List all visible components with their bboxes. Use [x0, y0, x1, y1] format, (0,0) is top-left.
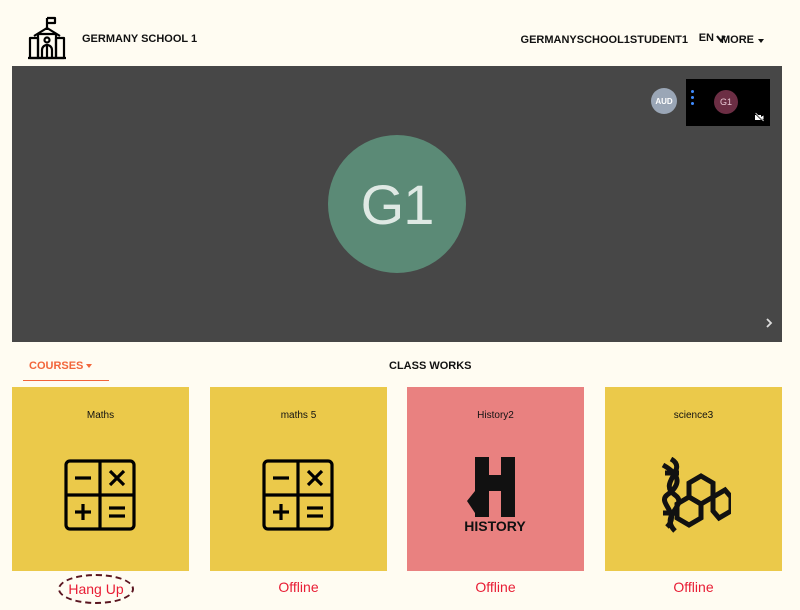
course-title: Maths: [86, 410, 115, 421]
audio-badge[interactable]: AUD: [651, 88, 677, 114]
course-card[interactable]: science3 Offline: [605, 387, 782, 610]
courses-tab-label: COURSES: [29, 360, 84, 372]
course-card[interactable]: Maths Hang Up: [12, 387, 189, 610]
top-header: GERMANY SCHOOL 1 GERMANYSCHOOL1STUDENT1 …: [12, 12, 782, 66]
camera-off-icon: [754, 112, 764, 122]
tab-courses[interactable]: COURSES: [23, 346, 109, 381]
course-card-body[interactable]: History2 HISTORY: [407, 387, 584, 571]
calculator-icon: [64, 459, 136, 531]
calculator-icon: [262, 459, 334, 531]
course-status: Offline: [673, 579, 714, 595]
course-title: science3: [673, 410, 714, 421]
hang-up-button[interactable]: Hang Up: [58, 574, 134, 604]
video-conference-area: G1 AUD G1: [12, 66, 782, 342]
more-menu-button[interactable]: MORE: [721, 34, 754, 46]
caret-down-icon: [86, 364, 92, 368]
course-status-area: Offline: [605, 571, 782, 610]
self-avatar: G1: [714, 90, 738, 114]
hang-up-label: Hang Up: [68, 581, 124, 597]
history-logo-icon: HISTORY: [464, 457, 526, 533]
dna-molecule-icon: [661, 457, 731, 533]
course-status-area: Offline: [407, 571, 584, 610]
course-card-body[interactable]: Maths: [12, 387, 189, 571]
content-tabs: COURSES CLASS WORKS: [12, 346, 782, 382]
course-card-body[interactable]: science3: [605, 387, 782, 571]
course-title: History2: [477, 410, 514, 421]
main-participant-avatar: G1: [328, 135, 466, 273]
user-name[interactable]: GERMANYSCHOOL1STUDENT1: [521, 34, 688, 46]
self-video-tile[interactable]: G1: [686, 79, 770, 126]
course-status-area: Offline: [210, 571, 387, 610]
language-selector[interactable]: EN: [699, 32, 714, 44]
course-title: maths 5: [280, 410, 317, 421]
course-card[interactable]: History2 HISTORY Offline: [407, 387, 584, 610]
course-status: Offline: [475, 579, 516, 595]
more-options-icon[interactable]: [691, 90, 695, 110]
school-name: GERMANY SCHOOL 1: [82, 33, 198, 45]
course-card[interactable]: maths 5 Offline: [210, 387, 387, 610]
tab-class-works[interactable]: CLASS WORKS: [389, 360, 472, 372]
history-logo-text: HISTORY: [464, 518, 526, 533]
caret-down-icon[interactable]: [758, 39, 764, 43]
course-status-area: Hang Up: [12, 571, 189, 610]
school-building-icon[interactable]: [26, 16, 66, 60]
chevron-right-icon[interactable]: [764, 316, 774, 330]
course-card-body[interactable]: maths 5: [210, 387, 387, 571]
course-status: Offline: [278, 579, 319, 595]
